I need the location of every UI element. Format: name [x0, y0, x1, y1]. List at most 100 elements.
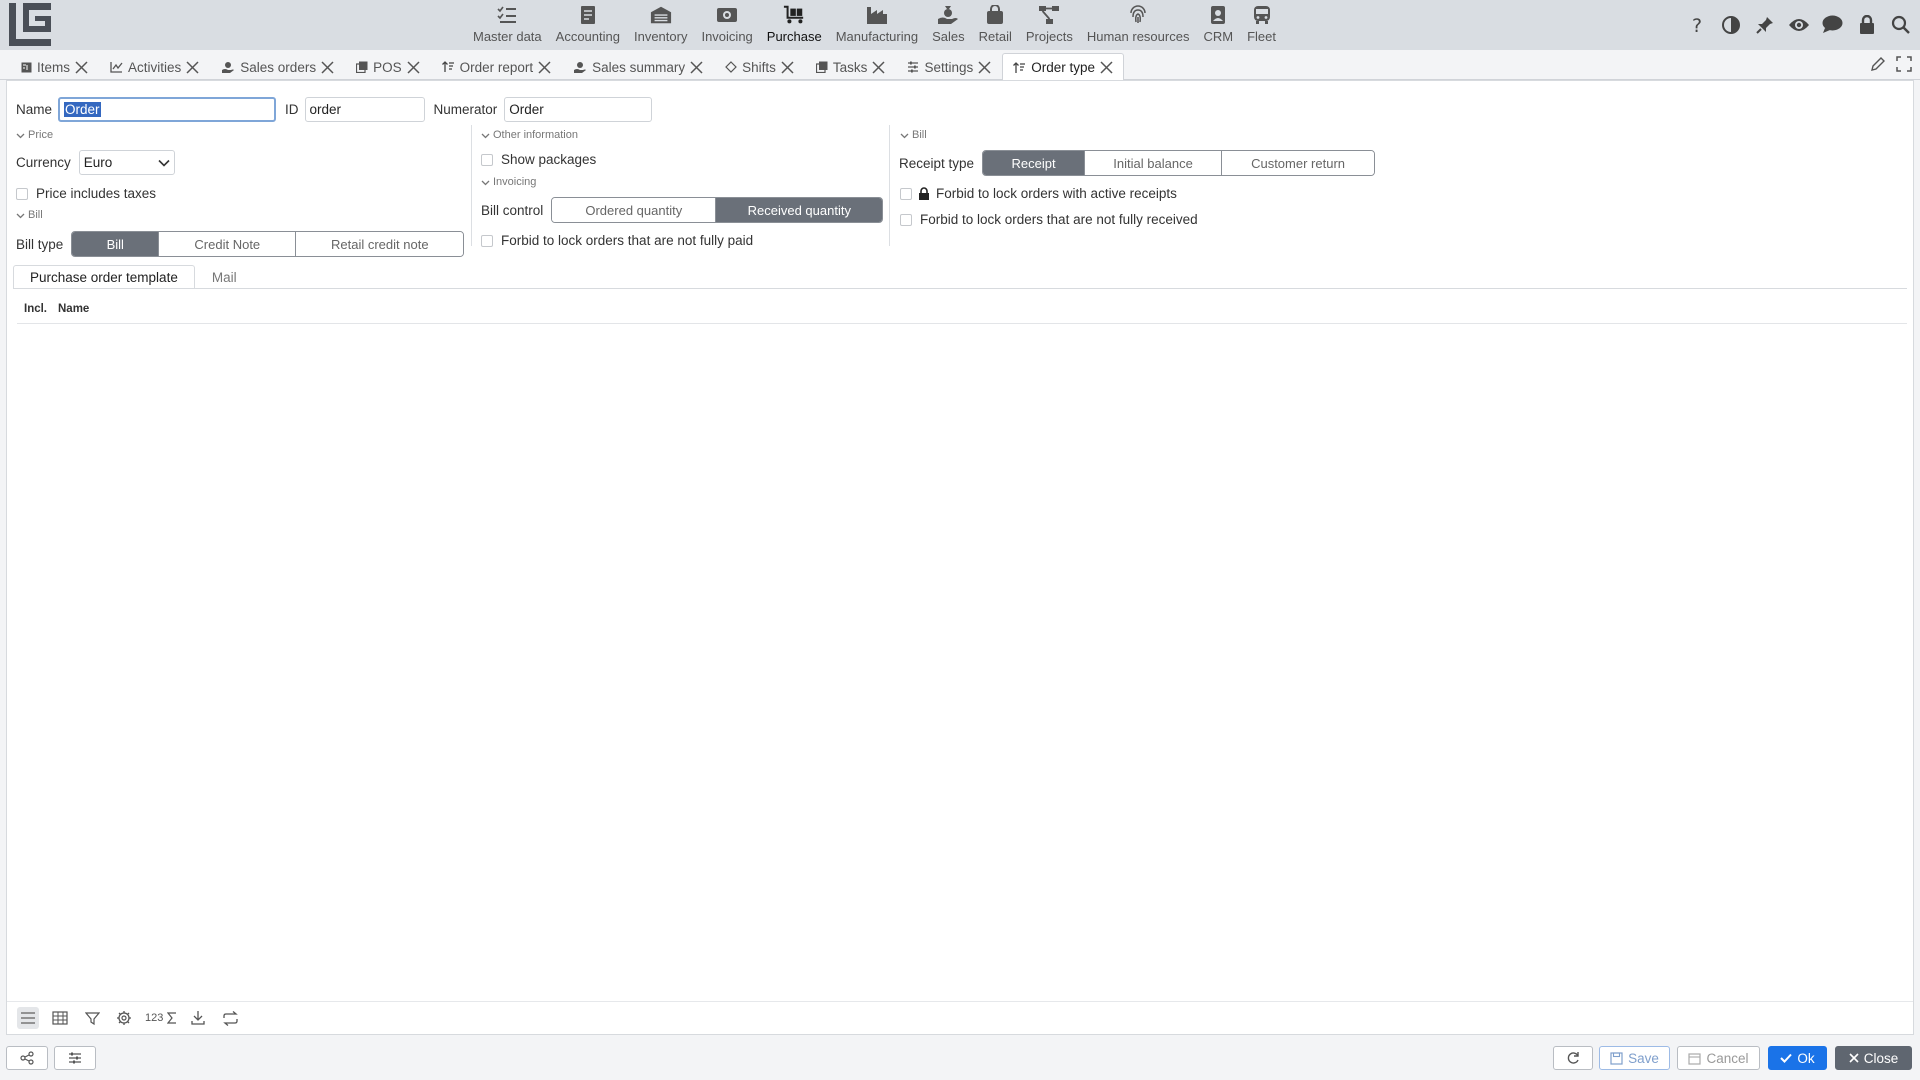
help-icon[interactable]: ?: [1685, 13, 1708, 36]
module-invoicing[interactable]: Invoicing: [694, 0, 759, 50]
module-purchase[interactable]: Purchase: [760, 0, 829, 50]
receipt-type-option-customer-return[interactable]: Customer return: [1222, 151, 1375, 175]
gear-icon[interactable]: [113, 1007, 135, 1029]
header-fields-row: Name Order ID order Numerator Order: [16, 97, 653, 122]
fullscreen-icon[interactable]: [1896, 56, 1912, 75]
tab-sales-orders[interactable]: Sales orders: [210, 53, 345, 80]
share-icon: [20, 1051, 34, 1065]
close-button[interactable]: Close: [1835, 1046, 1912, 1070]
save-button[interactable]: Save: [1599, 1046, 1670, 1070]
tab-settings[interactable]: Settings: [896, 53, 1002, 80]
forbid-active-receipts-checkbox[interactable]: [900, 187, 912, 200]
show-packages-checkbox[interactable]: [481, 153, 493, 166]
share-button[interactable]: [6, 1046, 48, 1070]
module-label: Invoicing: [701, 29, 753, 44]
receipt-type-option-receipt[interactable]: Receipt: [983, 151, 1086, 175]
bill-type-option-retail-credit-note[interactable]: Retail credit note: [296, 232, 464, 256]
pencil-icon[interactable]: [1870, 56, 1886, 75]
column-header-incl[interactable]: Incl.: [24, 303, 47, 315]
column-header-name[interactable]: Name: [58, 303, 89, 315]
items-icon: [21, 62, 32, 73]
eye-icon[interactable]: [1787, 13, 1810, 36]
bill-control-row: Bill control Ordered quantity Received qu…: [481, 197, 884, 223]
ok-button[interactable]: Ok: [1768, 1046, 1827, 1070]
form-settings-button[interactable]: [54, 1046, 96, 1070]
reload-button[interactable]: [1553, 1046, 1593, 1070]
module-human-resources[interactable]: Human resources: [1080, 0, 1197, 50]
receipt-type-option-initial-balance[interactable]: Initial balance: [1085, 151, 1223, 175]
tab-shifts[interactable]: Shifts: [714, 53, 805, 80]
subtab-purchase-order-template[interactable]: Purchase order template: [13, 265, 195, 289]
module-projects[interactable]: Projects: [1019, 0, 1080, 50]
module-master-data[interactable]: Master data: [466, 0, 549, 50]
close-icon[interactable]: [538, 60, 551, 74]
tab-items[interactable]: Items: [10, 53, 99, 80]
tab-order-type[interactable]: Order type: [1002, 53, 1124, 81]
close-icon[interactable]: [186, 60, 199, 74]
module-manufacturing[interactable]: Manufacturing: [829, 0, 925, 50]
contrast-icon[interactable]: [1719, 13, 1742, 36]
close-icon[interactable]: [690, 60, 703, 74]
currency-select[interactable]: Euro: [78, 150, 175, 175]
close-icon[interactable]: [407, 60, 420, 74]
filter-icon[interactable]: [81, 1007, 103, 1029]
ok-label: Ok: [1797, 1050, 1815, 1066]
close-icon[interactable]: [872, 60, 885, 74]
bill-type-option-bill[interactable]: Bill: [72, 232, 160, 256]
bill-section-header-left[interactable]: Bill: [16, 209, 43, 221]
bill-section-header-right[interactable]: Bill: [900, 129, 927, 141]
save-label: Save: [1628, 1050, 1659, 1066]
pin-icon[interactable]: [1753, 13, 1776, 36]
tab-order-report[interactable]: Order report: [431, 53, 563, 80]
tab-sales-summary[interactable]: Sales summary: [562, 53, 714, 80]
module-sales[interactable]: Sales: [925, 0, 972, 50]
close-icon[interactable]: [781, 60, 794, 74]
module-accounting[interactable]: Accounting: [549, 0, 627, 50]
numerator-input[interactable]: Order: [504, 97, 653, 122]
column-divider: [471, 125, 472, 246]
app-logo[interactable]: [9, 3, 51, 46]
forbid-not-paid-row: Forbid to lock orders that are not fully…: [481, 233, 753, 248]
sum-icon[interactable]: 123: [145, 1007, 177, 1029]
name-label: Name: [16, 102, 53, 117]
tab-tasks[interactable]: Tasks: [805, 53, 897, 80]
module-inventory[interactable]: Inventory: [627, 0, 694, 50]
refresh-icon[interactable]: [219, 1007, 241, 1029]
cancel-button[interactable]: Cancel: [1677, 1046, 1760, 1070]
forbid-active-receipts-label: Forbid to lock orders with active receip…: [936, 186, 1177, 201]
list-view-icon[interactable]: [17, 1007, 39, 1029]
tab-activities[interactable]: Activities: [99, 53, 210, 80]
search-icon[interactable]: [1889, 13, 1912, 36]
module-retail[interactable]: Retail: [972, 0, 1019, 50]
bill-section-title-right: Bill: [912, 129, 927, 141]
tab-pos[interactable]: POS: [345, 53, 431, 80]
other-information-section-header[interactable]: Other information: [481, 129, 578, 141]
bill-type-option-credit-note[interactable]: Credit Note: [159, 232, 297, 256]
tabbar-tools: [1870, 56, 1912, 75]
forbid-not-received-checkbox[interactable]: [900, 213, 912, 226]
download-icon[interactable]: [187, 1007, 209, 1029]
table-view-icon[interactable]: [49, 1007, 71, 1029]
price-includes-taxes-checkbox[interactable]: [16, 187, 28, 200]
close-icon[interactable]: [321, 60, 334, 74]
module-fleet[interactable]: Fleet: [1240, 0, 1283, 50]
hand-money-icon: [573, 61, 587, 74]
tab-label: Items: [37, 59, 71, 75]
price-section-header[interactable]: Price: [16, 129, 53, 141]
bill-control-option-ordered-quantity[interactable]: Ordered quantity: [552, 198, 717, 222]
sort-icon: [441, 61, 455, 73]
close-icon[interactable]: [1100, 61, 1113, 74]
chat-icon[interactable]: [1821, 13, 1844, 36]
close-icon[interactable]: [978, 60, 991, 74]
subtab-mail[interactable]: Mail: [195, 265, 254, 289]
close-icon[interactable]: [75, 60, 88, 74]
id-input[interactable]: order: [304, 97, 425, 122]
forbid-not-paid-checkbox[interactable]: [481, 234, 493, 247]
bill-control-option-received-quantity[interactable]: Received quantity: [716, 198, 883, 222]
name-input[interactable]: Order: [58, 97, 277, 122]
invoicing-section-header[interactable]: Invoicing: [481, 176, 536, 188]
factory-icon: [866, 4, 888, 26]
module-label: Master data: [473, 29, 542, 44]
module-crm[interactable]: CRM: [1196, 0, 1240, 50]
lock-icon[interactable]: [1855, 13, 1878, 36]
